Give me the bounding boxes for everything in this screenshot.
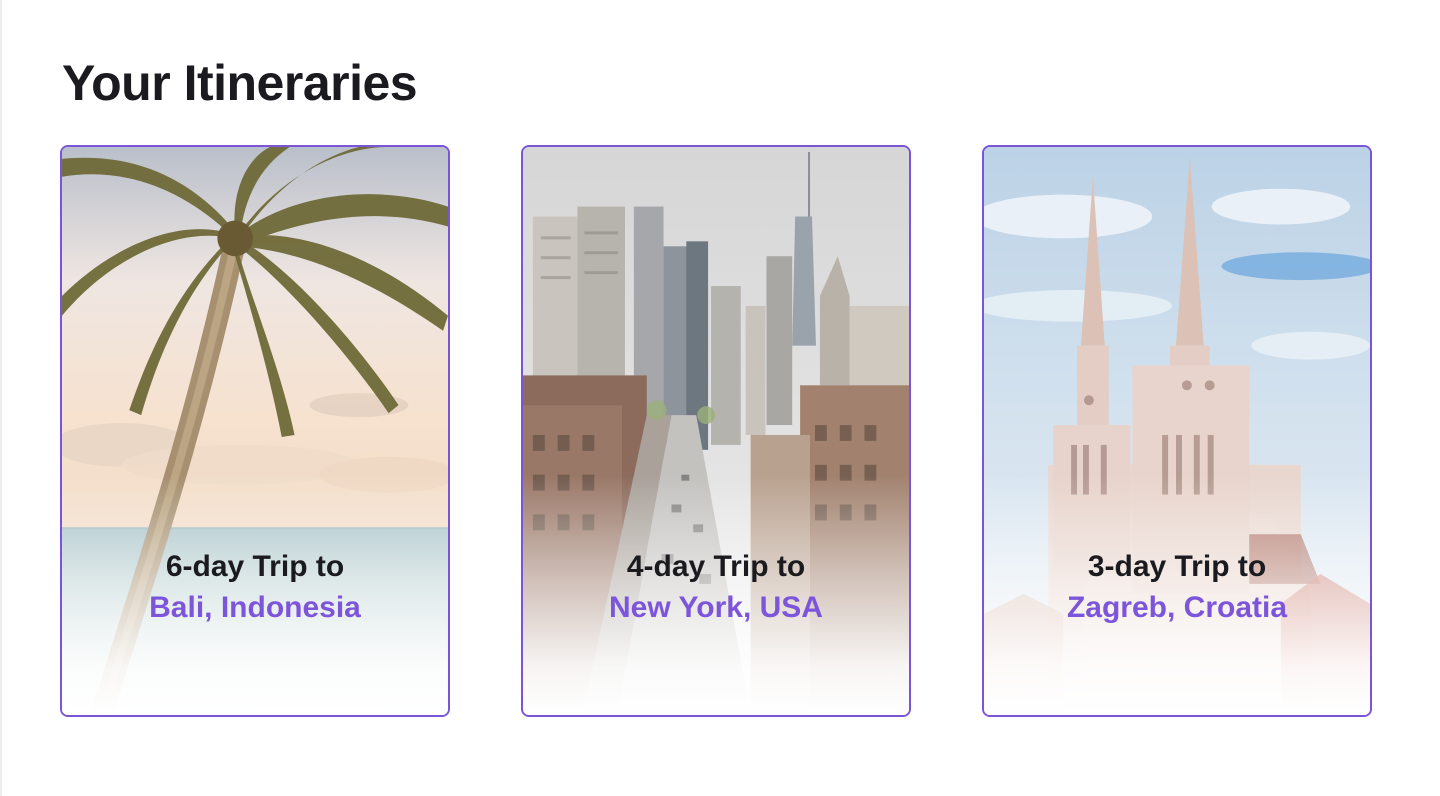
- itinerary-card-zagreb[interactable]: 3-day Trip to Zagreb, Croatia: [982, 145, 1372, 717]
- itinerary-card-bali[interactable]: 6-day Trip to Bali, Indonesia: [60, 145, 450, 717]
- trip-destination-label: Zagreb, Croatia: [1066, 591, 1288, 624]
- trip-destination-label: Bali, Indonesia: [149, 591, 361, 624]
- page-left-border: [0, 0, 2, 796]
- trip-duration-label: 3-day Trip to: [1087, 550, 1267, 583]
- itinerary-caption: 3-day Trip to Zagreb, Croatia: [984, 547, 1370, 629]
- itinerary-caption: 6-day Trip to Bali, Indonesia: [62, 547, 448, 629]
- trip-duration-label: 4-day Trip to: [626, 550, 806, 583]
- page-title: Your Itineraries: [62, 55, 418, 111]
- trip-destination-label: New York, USA: [609, 591, 823, 624]
- trip-duration-label: 6-day Trip to: [165, 550, 345, 583]
- itinerary-caption: 4-day Trip to New York, USA: [523, 547, 909, 629]
- itinerary-card-new-york[interactable]: 4-day Trip to New York, USA: [521, 145, 911, 717]
